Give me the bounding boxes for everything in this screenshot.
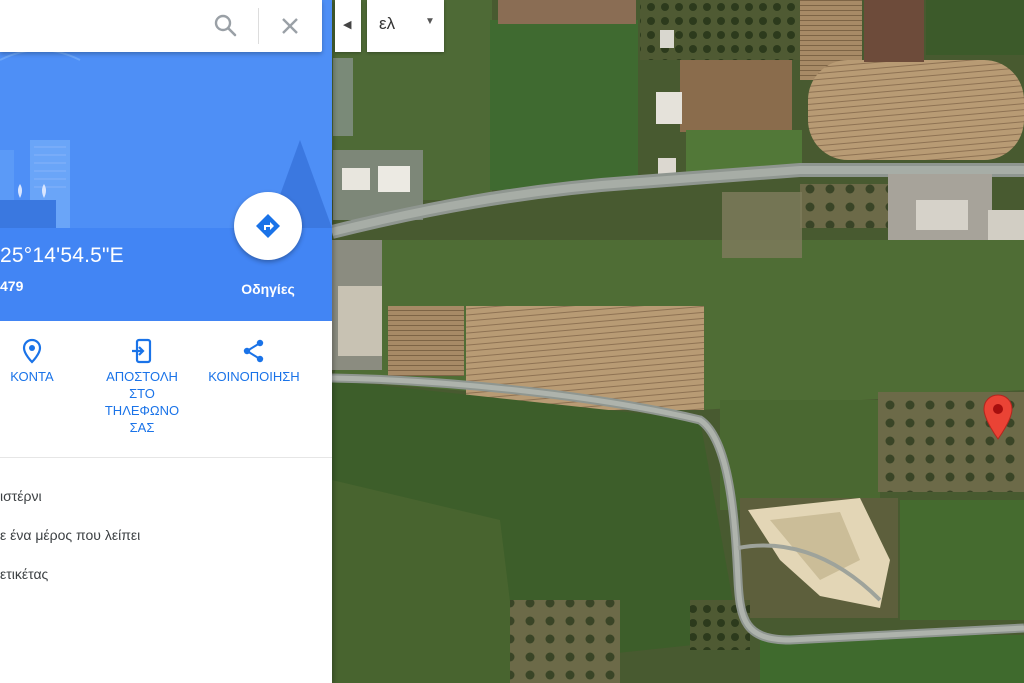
- directions-icon: [256, 214, 280, 238]
- map-marker-icon[interactable]: [983, 394, 1013, 445]
- location-pin-icon: [0, 338, 82, 364]
- chevron-down-icon: ▼: [425, 16, 435, 27]
- send-to-phone-button[interactable]: ΑΠΟΣΤΟΛΗ ΣΤΟ ΤΗΛΕΦΩΝΟ ΣΑΣ: [92, 338, 192, 436]
- collapse-panel-button[interactable]: ◀: [335, 0, 361, 52]
- share-button[interactable]: ΚΟΙΝΟΠΟΙΗΣΗ: [200, 338, 308, 385]
- nearby-button[interactable]: ΚΟΝΤΑ: [0, 338, 82, 385]
- search-box: [0, 0, 322, 52]
- directions-label[interactable]: Οδηγίες: [218, 281, 318, 297]
- link-item[interactable]: ε ένα μέρος που λείπει: [0, 527, 140, 543]
- link-item[interactable]: ετικέτας: [0, 566, 48, 582]
- language-label: ελ: [379, 14, 396, 33]
- place-panel: 25°14'54.5"E 479 Οδηγίες ΚΟΝΤΑ ΑΠΟΣΤΟΛΗ …: [0, 0, 332, 683]
- directions-button[interactable]: [234, 192, 302, 260]
- link-item[interactable]: ιστέρνι: [0, 488, 42, 504]
- place-coordinates: 25°14'54.5"E: [0, 244, 124, 267]
- share-icon: [200, 338, 308, 364]
- plus-code: 479: [0, 278, 24, 294]
- send-to-phone-icon: [92, 338, 192, 364]
- divider: [0, 457, 332, 458]
- nearby-label: ΚΟΝΤΑ: [10, 369, 54, 384]
- place-header: 25°14'54.5"E 479 Οδηγίες: [0, 0, 332, 321]
- chevron-left-icon: ◀: [343, 19, 352, 31]
- search-divider: [258, 8, 259, 44]
- language-selector[interactable]: ελ ▼: [367, 0, 444, 52]
- search-icon[interactable]: [210, 10, 242, 42]
- share-label: ΚΟΙΝΟΠΟΙΗΣΗ: [208, 369, 300, 384]
- close-icon[interactable]: [274, 10, 306, 42]
- search-input[interactable]: [0, 8, 204, 46]
- send-to-phone-label: ΑΠΟΣΤΟΛΗ ΣΤΟ ΤΗΛΕΦΩΝΟ ΣΑΣ: [104, 369, 180, 435]
